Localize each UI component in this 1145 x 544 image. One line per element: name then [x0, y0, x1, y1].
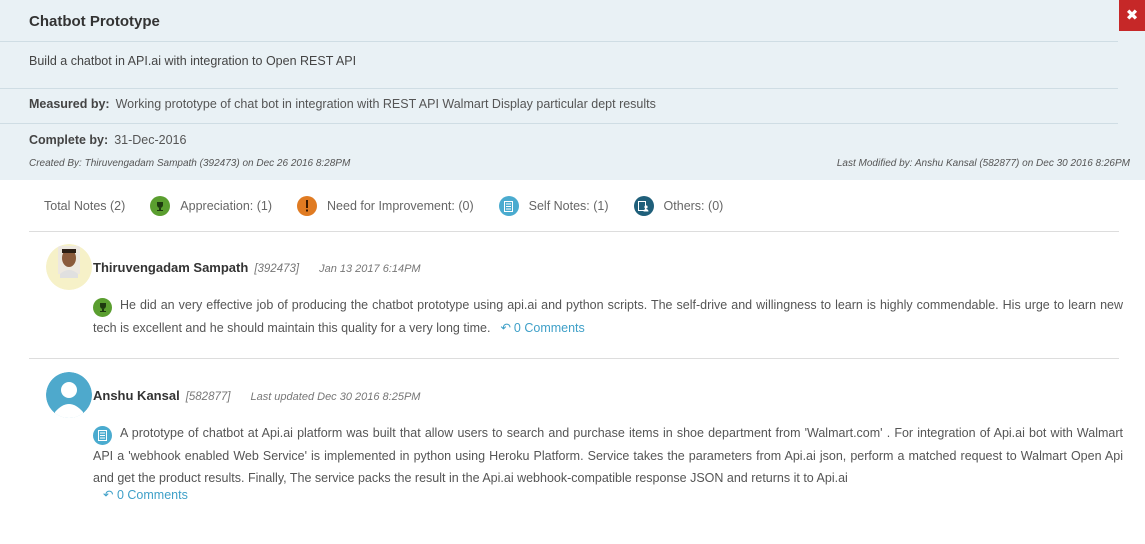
note-filters: Total Notes (2) Appreciation: (1) Need f…	[29, 193, 748, 219]
measured-by-row: Measured by: Working prototype of chat bo…	[29, 97, 656, 111]
measured-by-value: Working prototype of chat bot in integra…	[115, 97, 656, 111]
note-body: He did an very effective job of producin…	[93, 294, 1123, 339]
complete-by-label: Complete by:	[29, 133, 109, 147]
filter-others[interactable]: Others: (0)	[633, 196, 724, 216]
note-author-line: Thiruvengadam Sampath [392473] Jan 13 20…	[93, 260, 421, 275]
page-title: Chatbot Prototype	[29, 13, 160, 30]
filter-self-notes-label: Self Notes:	[528, 199, 590, 213]
divider	[0, 88, 1118, 89]
note-author-line: Anshu Kansal [582877] Last updated Dec 3…	[93, 388, 420, 403]
filter-others-count: (0)	[708, 199, 724, 213]
filter-improvement[interactable]: Need for Improvement: (0)	[297, 196, 474, 216]
filter-improvement-label: Need for Improvement:	[327, 199, 455, 213]
filter-appreciation[interactable]: Appreciation: (1)	[150, 196, 272, 216]
trophy-icon	[150, 196, 171, 216]
trophy-icon	[93, 298, 112, 317]
note-date: Last updated Dec 30 2016 8:25PM	[250, 391, 421, 403]
complete-by-row: Complete by: 31-Dec-2016	[29, 133, 186, 147]
avatar	[46, 372, 92, 418]
reply-icon: ↶	[103, 488, 114, 502]
note-date: Jan 13 2017 6:14PM	[319, 263, 421, 275]
comments-count: 0 Comments	[116, 488, 188, 502]
comments-link[interactable]: ↶ 0 Comments	[500, 321, 584, 335]
note-author-name: Thiruvengadam Sampath	[93, 260, 249, 275]
note-author-id: [582877]	[185, 391, 231, 403]
comments-link[interactable]: ↶ 0 Comments	[103, 487, 188, 502]
filter-self-notes[interactable]: Self Notes: (1)	[498, 196, 609, 216]
notepad-icon	[498, 196, 519, 216]
filter-total-label: Total Notes	[44, 199, 107, 213]
goal-header: Chatbot Prototype ✖ Build a chatbot in A…	[0, 0, 1145, 180]
user-note-icon	[633, 196, 654, 216]
note-text: He did an very effective job of producin…	[93, 298, 1123, 335]
divider	[29, 231, 1119, 232]
filter-appreciation-count: (1)	[256, 199, 273, 213]
last-modified: Last Modified by: Anshu Kansal (582877) …	[836, 158, 1130, 169]
filter-improvement-count: (0)	[458, 199, 474, 213]
note-author-id: [392473]	[254, 263, 300, 275]
measured-by-label: Measured by:	[29, 97, 110, 111]
created-by: Created By: Thiruvengadam Sampath (39247…	[29, 158, 351, 169]
comments-count: 0 Comments	[513, 321, 585, 335]
note-text: A prototype of chatbot at Api.ai platfor…	[93, 426, 1123, 485]
divider	[0, 41, 1118, 42]
exclamation-icon	[297, 196, 318, 216]
filter-others-label: Others:	[663, 199, 705, 213]
note-body: A prototype of chatbot at Api.ai platfor…	[93, 422, 1123, 489]
close-button[interactable]: ✖	[1119, 0, 1145, 31]
filter-appreciation-label: Appreciation:	[180, 199, 254, 213]
reply-icon: ↶	[500, 321, 511, 335]
divider	[29, 358, 1119, 359]
goal-description: Build a chatbot in API.ai with integrati…	[29, 54, 357, 68]
filter-self-notes-count: (1)	[593, 199, 609, 213]
note-author-name: Anshu Kansal	[93, 388, 180, 403]
filter-total-count: (2)	[110, 199, 126, 213]
avatar	[46, 244, 92, 290]
filter-total-notes[interactable]: Total Notes (2)	[44, 199, 125, 213]
notepad-icon	[93, 426, 112, 445]
complete-by-value: 31-Dec-2016	[114, 133, 187, 147]
divider	[0, 123, 1118, 124]
